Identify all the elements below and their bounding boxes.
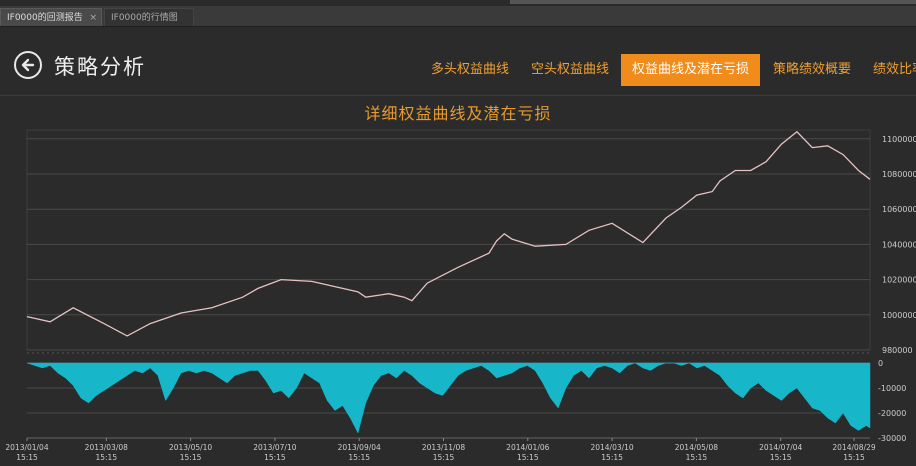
- equity-plot-area: [26, 129, 871, 351]
- x-tick-label: 2014/01/06 15:15: [506, 443, 550, 462]
- y-tick-label: 1080000: [882, 170, 916, 179]
- y-tick-label: 980000: [882, 346, 913, 355]
- y-tick-label: 1020000: [882, 276, 916, 285]
- drawdown-area: [26, 362, 871, 434]
- y-tick-label: 1100000: [882, 135, 916, 144]
- equity-drawdown-chart: 980000 1000000 1020000 1040000 1060000 108000…: [26, 129, 916, 443]
- y-tick-label: 1060000: [882, 205, 916, 214]
- y-tick-label: -10000: [878, 384, 906, 393]
- x-tick-label: 2013/05/10 15:15: [168, 443, 213, 462]
- y-tick-label: 0: [878, 359, 883, 368]
- x-tick-label: 2014/07/04 15:15: [759, 443, 803, 462]
- y-tick-label: -20000: [878, 409, 906, 418]
- x-tick-label: 2013/11/08 15:15: [421, 443, 466, 462]
- x-tick-label: 2014/08/29 15:15: [832, 443, 876, 462]
- x-tick-label: 2013/09/04 15:15: [337, 443, 381, 462]
- x-tick-label: 2013/01/04 15:15: [5, 443, 49, 462]
- equity-line: [26, 130, 871, 337]
- x-tick-label: 2013/03/08 15:15: [84, 443, 128, 462]
- y-tick-label: 1040000: [882, 240, 916, 249]
- x-tick-label: 2014/05/08 15:15: [674, 443, 718, 462]
- y-tick-label: -30000: [878, 434, 906, 443]
- x-tick-label: 2014/03/10 15:15: [590, 443, 634, 462]
- x-tick-label: 2013/07/10 15:15: [253, 443, 297, 462]
- y-tick-label: 1000000: [882, 311, 916, 320]
